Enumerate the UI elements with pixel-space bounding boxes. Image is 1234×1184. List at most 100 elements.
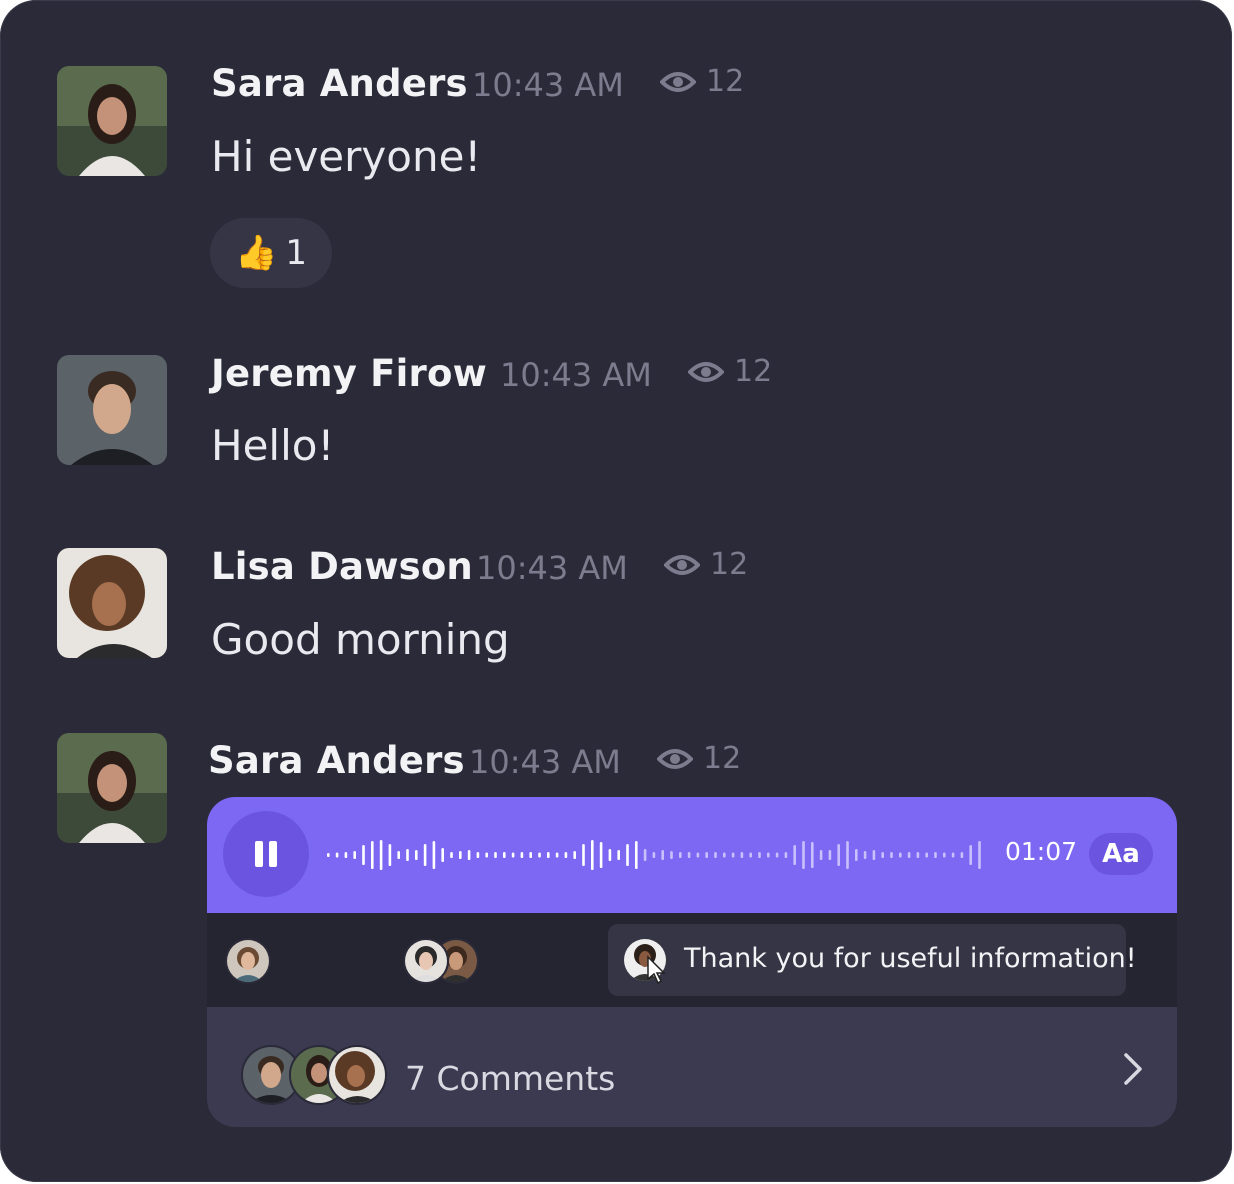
transcript-toggle-button[interactable]: Aa [1089, 833, 1153, 875]
waveform-bar [467, 850, 471, 860]
waveform-bar [547, 852, 550, 858]
waveform-bar [599, 842, 603, 868]
waveform-bar [899, 852, 902, 858]
timestamp: 10:43 AM [500, 356, 652, 394]
waveform-bar [379, 840, 383, 870]
waveform-bar [564, 852, 568, 858]
waveform-bar [749, 852, 752, 858]
waveform-bar [503, 852, 506, 858]
waveform-bar [397, 851, 400, 859]
comments-count: 7 Comments [405, 1059, 616, 1098]
avatar-jeremy-firow[interactable] [57, 355, 167, 465]
thread-reply-bubble[interactable]: Thank you for useful information! [608, 924, 1137, 996]
waveform-bar [626, 844, 629, 866]
waveform-bar [432, 841, 436, 869]
waveform-bar [406, 849, 409, 861]
waveform-bar [687, 852, 691, 858]
waveform-bar [538, 852, 541, 858]
waveform-bar [758, 852, 761, 858]
waveform-bar [705, 852, 708, 858]
waveform-bar [679, 852, 682, 858]
author-name[interactable]: Sara Anders [211, 62, 468, 105]
waveform-bar [635, 841, 638, 869]
waveform-bar [388, 844, 392, 866]
waveform-bar [423, 844, 427, 866]
waveform-bar [344, 852, 348, 858]
view-count: 12 [657, 741, 741, 776]
pause-button[interactable] [223, 811, 309, 897]
waveform-bar [696, 852, 700, 858]
comments-bar[interactable]: 7 Comments [207, 1007, 1177, 1127]
waveform-bar [784, 852, 788, 858]
author-name[interactable]: Jeremy Firow [211, 352, 487, 395]
waveform-bar [881, 852, 884, 858]
eye-icon [660, 71, 696, 92]
chevron-right-icon[interactable] [1121, 1051, 1145, 1087]
waveform-bar [951, 852, 955, 858]
message-text: Hi everyone! [211, 132, 482, 181]
commenter-avatar [327, 1045, 387, 1105]
waveform-bar [934, 852, 937, 858]
waveform-bar [863, 851, 867, 859]
waveform-bar [907, 852, 911, 858]
waveform-bar [819, 850, 823, 860]
waveform-bar [767, 852, 770, 858]
waveform-bar [740, 852, 744, 858]
message-text: Hello! [211, 421, 335, 470]
waveform-bar [511, 852, 515, 858]
waveform-bar [371, 841, 374, 869]
waveform-bar [846, 841, 849, 869]
waveform-bar [415, 850, 418, 860]
cursor-icon [647, 955, 666, 985]
reaction-count: 1 [285, 233, 307, 273]
message-text: Good morning [211, 615, 510, 664]
reaction-chip[interactable]: 👍 1 [210, 218, 332, 288]
waveform-bar [837, 844, 840, 866]
waveform-bar [573, 851, 576, 859]
waveform-bar [723, 852, 726, 858]
timestamp: 10:43 AM [476, 549, 628, 587]
author-name[interactable]: Sara Anders [208, 739, 465, 782]
waveform-bar [661, 850, 664, 860]
waveform-bar [582, 844, 585, 866]
thread-reply-text: Thank you for useful information! [684, 943, 1137, 974]
avatar-sara-anders[interactable] [57, 66, 167, 176]
waveform-bar [943, 852, 946, 858]
waveform-bar [960, 852, 964, 858]
waveform-bar [476, 852, 480, 858]
waveform-bar [450, 852, 453, 858]
waveform-bar [802, 841, 805, 869]
waveform-bar [591, 840, 594, 870]
avatar-lisa-dawson[interactable] [57, 548, 167, 658]
waveform-bar [775, 852, 779, 858]
audio-waveform[interactable] [327, 827, 987, 883]
waveform-bar [520, 852, 524, 858]
thread-timeline: Thank you for useful information! [207, 913, 1177, 1007]
eye-icon [657, 748, 693, 769]
waveform-bar [441, 848, 444, 862]
waveform-bar [643, 849, 647, 861]
view-count: 12 [688, 354, 772, 389]
waveform-bar [872, 850, 876, 860]
waveform-bar [670, 851, 673, 859]
avatar-sara-anders[interactable] [57, 733, 167, 843]
waveform-bar [652, 852, 656, 858]
view-count: 12 [664, 547, 748, 582]
waveform-bar [608, 849, 612, 861]
participant-avatar[interactable] [225, 938, 271, 984]
waveform-bar [925, 852, 928, 858]
participant-avatar[interactable] [403, 938, 449, 984]
waveform-bar [855, 849, 858, 861]
waveform-bar [327, 853, 330, 857]
waveform-bar [485, 852, 488, 858]
voice-message-player: 01:07 Aa [207, 797, 1177, 913]
waveform-bar [714, 852, 717, 858]
waveform-bar [916, 852, 920, 858]
waveform-bar [793, 845, 796, 865]
waveform-bar [811, 842, 814, 868]
eye-icon [688, 361, 724, 382]
waveform-bar [494, 852, 497, 858]
author-name[interactable]: Lisa Dawson [211, 545, 473, 588]
waveform-bar [978, 841, 981, 869]
waveform-bar [459, 851, 462, 859]
